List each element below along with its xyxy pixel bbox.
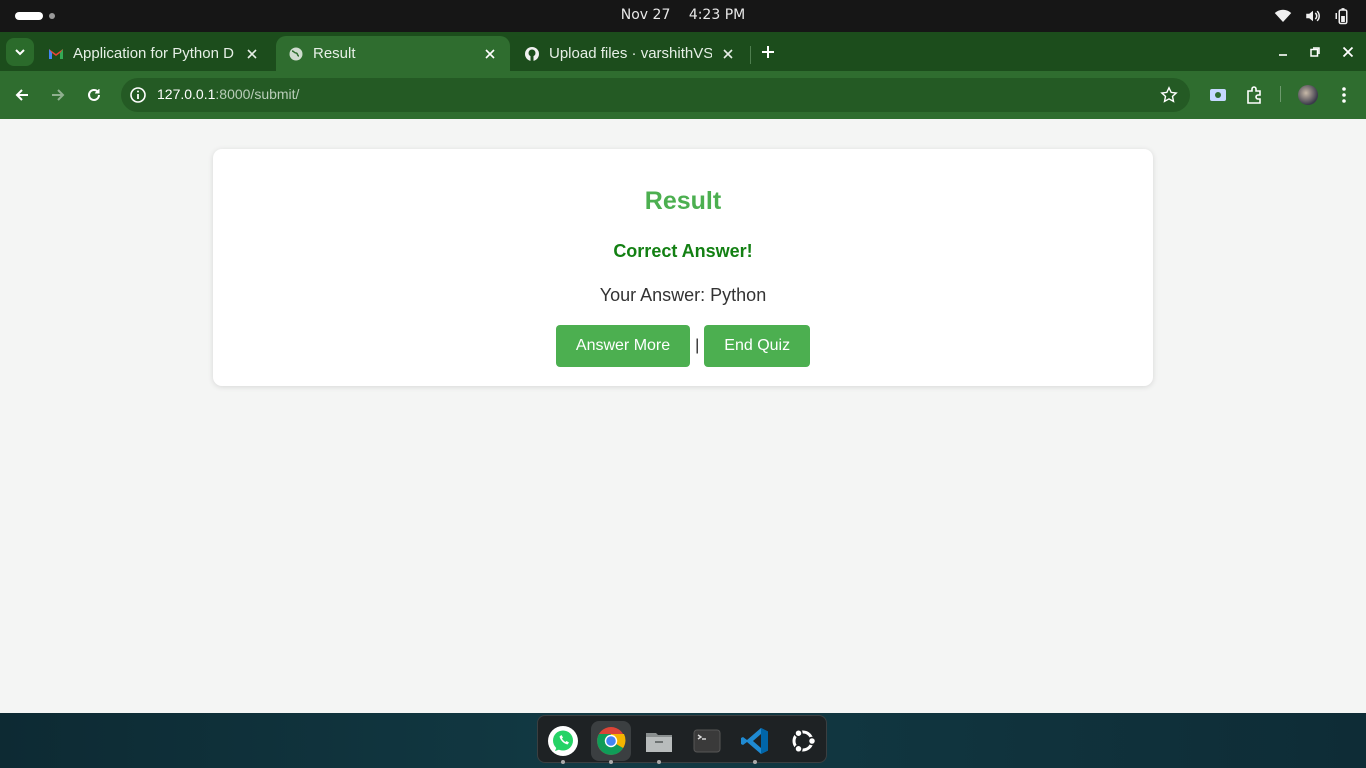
browser-toolbar: 127.0.0.1:8000/submit/	[0, 71, 1366, 119]
clock[interactable]: Nov 27 4:23 PM	[0, 7, 1366, 23]
verdict-text: Correct Answer!	[613, 241, 753, 261]
result-heading: Result	[644, 187, 722, 215]
page-content: Result Correct Answer! Your Answer: Pyth…	[0, 119, 1366, 713]
gmail-icon	[49, 48, 63, 59]
dock-chrome[interactable]	[591, 721, 631, 764]
reload-button[interactable]	[82, 83, 106, 107]
reload-icon	[88, 88, 100, 101]
tab-github[interactable]: Upload files · varshithVS/	[512, 36, 748, 71]
forward-button[interactable]	[46, 83, 70, 107]
dock-files[interactable]	[639, 721, 679, 764]
tab-title: Result	[313, 45, 356, 62]
running-indicator	[657, 760, 661, 764]
address-bar[interactable]: 127.0.0.1:8000/submit/	[121, 78, 1190, 112]
volume-icon	[1306, 10, 1320, 22]
running-indicator	[561, 760, 565, 764]
dock-whatsapp[interactable]	[543, 721, 583, 764]
dock-vscode[interactable]	[735, 721, 775, 764]
dock-terminal[interactable]	[687, 721, 727, 761]
end-quiz-button[interactable]: End Quiz	[704, 325, 811, 367]
tab-separator	[750, 46, 751, 64]
running-indicator	[753, 760, 757, 764]
tab-gmail[interactable]: Application for Python D	[36, 36, 272, 71]
result-card: Result Correct Answer! Your Answer: Pyth…	[213, 149, 1153, 386]
minimize-icon	[1279, 54, 1287, 56]
dock	[537, 715, 827, 764]
button-separator: |	[695, 337, 700, 354]
profile-avatar[interactable]	[1298, 85, 1318, 105]
extensions-icon[interactable]	[1244, 85, 1264, 105]
new-tab-button[interactable]	[757, 41, 779, 63]
chevron-down-icon	[15, 49, 25, 56]
system-tray[interactable]	[1274, 7, 1352, 25]
ubuntu-icon	[792, 728, 817, 754]
close-icon	[1342, 46, 1354, 58]
running-indicator	[609, 760, 613, 764]
more-options-icon[interactable]	[1334, 85, 1354, 105]
answer-more-button[interactable]: Answer More	[555, 325, 691, 367]
wifi-icon	[1274, 9, 1292, 22]
dock-show-apps[interactable]	[783, 721, 823, 761]
whatsapp-icon	[548, 726, 578, 756]
url-host: 127.0.0.1	[157, 86, 216, 102]
arrow-left-icon	[15, 89, 28, 101]
terminal-icon	[693, 729, 721, 753]
globe-icon	[289, 47, 303, 60]
minimize-button[interactable]	[1273, 42, 1293, 62]
close-window-button[interactable]	[1338, 42, 1358, 62]
close-icon[interactable]	[244, 46, 260, 62]
action-row: Answer More | End Quiz	[213, 325, 1153, 367]
url-path: :8000/submit/	[215, 86, 300, 102]
restore-button[interactable]	[1305, 42, 1325, 62]
system-top-bar: Nov 27 4:23 PM	[0, 0, 1366, 32]
close-icon[interactable]	[482, 46, 498, 62]
files-icon	[646, 733, 672, 752]
tab-strip: Application for Python D Result Upload f…	[0, 32, 1366, 71]
url-text[interactable]: 127.0.0.1:8000/submit/	[157, 86, 299, 102]
toolbar-divider	[1280, 86, 1281, 102]
restore-icon	[1310, 47, 1320, 57]
clock-date: Nov 27	[620, 7, 671, 23]
arrow-right-icon	[52, 89, 65, 101]
chrome-icon	[597, 727, 626, 755]
close-icon[interactable]	[720, 46, 736, 62]
tab-result[interactable]: Result	[276, 36, 510, 71]
screen-cast-icon[interactable]	[1208, 85, 1228, 105]
plus-icon	[762, 46, 774, 58]
tab-title: Application for Python D	[73, 45, 234, 62]
back-button[interactable]	[10, 83, 34, 107]
site-info-icon[interactable]	[129, 86, 147, 104]
tab-title: Upload files · varshithVS/	[549, 45, 712, 62]
clock-time: 4:23 PM	[688, 7, 746, 23]
bookmark-star-icon[interactable]	[1160, 86, 1178, 104]
your-answer-text: Your Answer: Python	[599, 285, 767, 305]
github-icon	[525, 46, 539, 61]
vscode-icon	[741, 728, 768, 754]
battery-icon	[1335, 8, 1348, 25]
tab-search-button[interactable]	[6, 38, 34, 66]
